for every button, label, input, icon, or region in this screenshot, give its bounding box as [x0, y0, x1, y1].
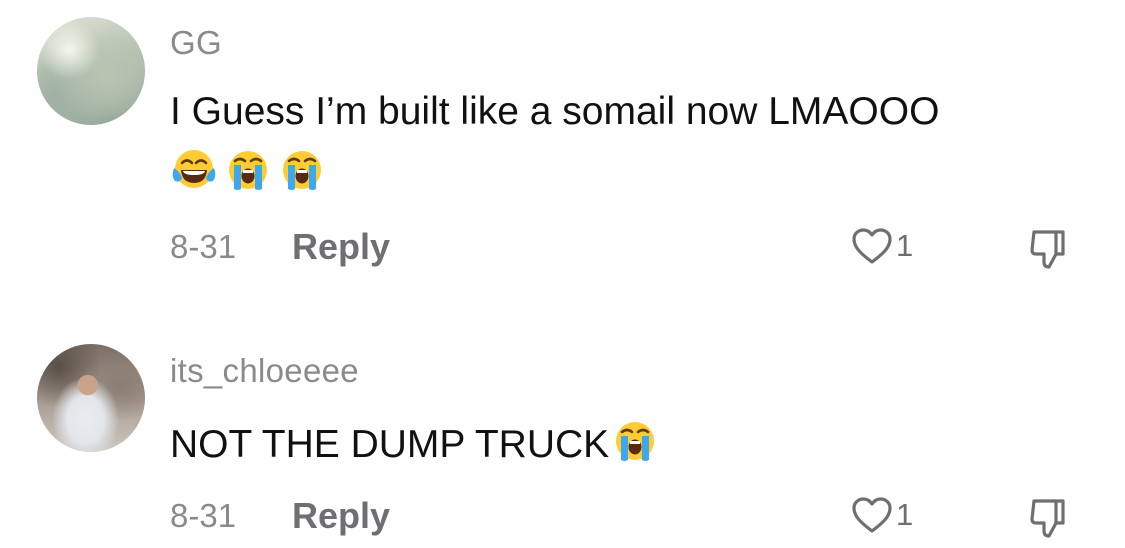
avatar[interactable]	[37, 344, 145, 452]
comment-username[interactable]: GG	[170, 24, 222, 62]
avatar[interactable]	[37, 17, 145, 125]
like-count: 1	[896, 497, 914, 532]
heart-outline-icon	[852, 497, 892, 533]
comment-date: 8-31	[170, 497, 237, 534]
reply-button[interactable]: Reply	[292, 495, 390, 537]
comment-text-line: NOT THE DUMP TRUCK	[170, 417, 659, 468]
comment-actions: 8-31 Reply 1	[170, 495, 1070, 539]
loudly-crying-face-icon	[611, 417, 659, 465]
avatar-image	[37, 17, 145, 125]
comment-username[interactable]: its_chloeeee	[170, 352, 359, 390]
face-with-tears-of-joy-icon	[170, 146, 218, 194]
comment-actions: 8-31 Reply 1	[170, 226, 1070, 270]
dislike-button[interactable]	[1026, 226, 1072, 272]
thumbs-down-outline-icon	[1030, 499, 1065, 538]
comment-emoji-row	[170, 146, 332, 196]
comment-text: I Guess I’m built like a somail now LMAO…	[170, 90, 940, 133]
heart-outline-icon	[852, 228, 892, 264]
comment-date: 8-31	[170, 228, 237, 265]
reply-button[interactable]: Reply	[292, 226, 390, 268]
like-count: 1	[896, 228, 914, 263]
avatar-image	[37, 344, 145, 452]
dislike-button[interactable]	[1026, 495, 1072, 541]
loudly-crying-face-icon	[278, 146, 326, 194]
comment-text: NOT THE DUMP TRUCK	[170, 423, 610, 466]
loudly-crying-face-icon	[224, 146, 272, 194]
comment-item: its_chloeeee NOT THE DUMP TRUCK 8-31 Rep…	[0, 330, 1125, 548]
comment-item: GG I Guess I’m built like a somail now L…	[0, 0, 1125, 300]
like-button[interactable]: 1	[850, 495, 913, 539]
thumbs-down-outline-icon	[1030, 230, 1065, 269]
like-button[interactable]: 1	[850, 226, 913, 270]
